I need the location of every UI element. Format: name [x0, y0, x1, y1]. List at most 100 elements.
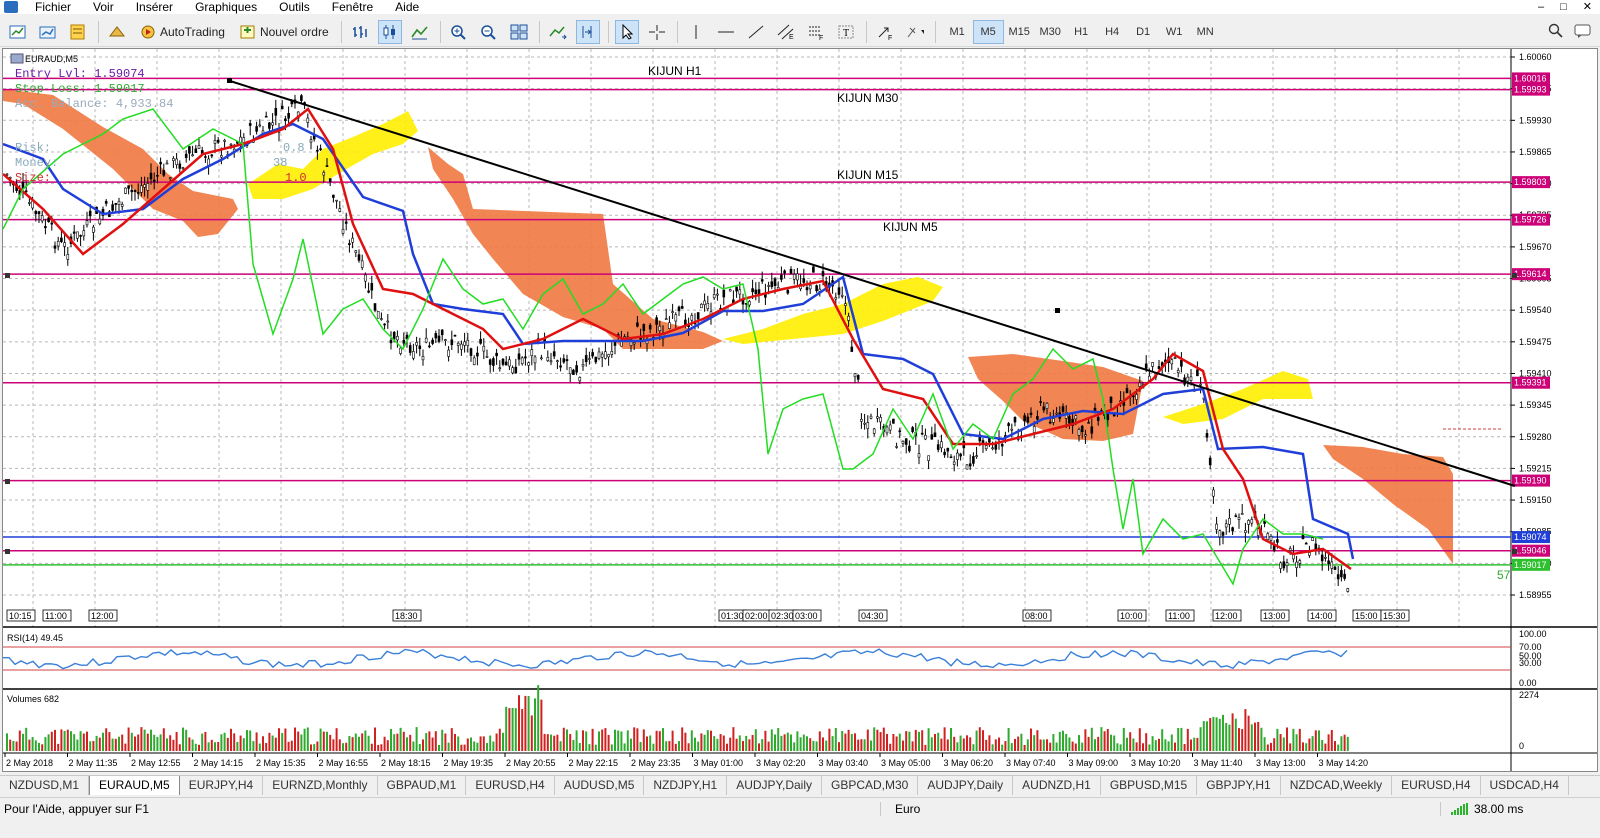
chart-tab[interactable]: GBPCAD,M30 — [822, 776, 919, 795]
trendline-button[interactable] — [744, 20, 768, 44]
time-marker-label: 10:15 — [9, 611, 32, 621]
chart-shift-button[interactable] — [575, 19, 600, 44]
menu-graphiques[interactable]: Graphiques — [184, 0, 268, 14]
search-icon[interactable] — [1548, 23, 1564, 42]
candle-body — [604, 351, 607, 359]
candle-body — [1189, 376, 1193, 381]
arrows-button[interactable]: F — [873, 20, 897, 44]
candle-body — [1311, 537, 1314, 541]
timeframe-m5-button[interactable]: M5 — [972, 19, 1004, 44]
close-button[interactable]: ✕ — [1583, 0, 1592, 14]
market-watch-button[interactable] — [66, 20, 90, 44]
candle-body — [1061, 406, 1065, 412]
connection-status[interactable]: 38.00 ms — [1440, 801, 1523, 816]
candle-body — [143, 184, 146, 188]
chat-icon[interactable] — [1574, 23, 1592, 42]
candle-body — [1023, 415, 1026, 422]
timeframe-h4-button[interactable]: H4 — [1097, 20, 1128, 44]
timeframe-m15-button[interactable]: M15 — [1004, 20, 1035, 44]
chart-tab[interactable]: USDCAD,H4 — [1481, 776, 1569, 795]
chart-tab[interactable]: EURAUD,M5 — [89, 776, 180, 795]
timeframe-d1-button[interactable]: D1 — [1128, 20, 1159, 44]
chart-tab[interactable]: NZDCAD,Weekly — [1281, 776, 1393, 795]
side-label: 57 — [1497, 568, 1511, 582]
candle-body — [1138, 382, 1142, 387]
toolbar-separator — [676, 20, 678, 43]
chart-tab[interactable]: NZDJPY,H1 — [644, 776, 728, 795]
candle-body — [482, 345, 486, 352]
zoom-out-icon — [480, 24, 496, 40]
chart-tab[interactable]: EURJPY,H4 — [180, 776, 264, 795]
chart-tab[interactable]: EURNZD,Monthly — [263, 776, 378, 795]
chart-tab[interactable]: EURUSD,H4 — [1392, 776, 1481, 795]
candle-body — [956, 452, 959, 460]
zoom-out-button[interactable] — [477, 20, 501, 44]
chart-tab[interactable]: GBPUSD,M15 — [1101, 776, 1198, 795]
price-tick-label: 1.59345 — [1519, 400, 1552, 410]
cursor-button[interactable] — [614, 19, 639, 44]
chart-window[interactable]: 1.600601.599951.599301.598651.598001.597… — [2, 48, 1598, 772]
chart-tab[interactable]: AUDJPY,Daily — [918, 776, 1014, 795]
candle-body — [1144, 363, 1148, 369]
timeframe-w1-button[interactable]: W1 — [1159, 20, 1190, 44]
chart-tab[interactable]: AUDJPY,Daily — [727, 776, 822, 795]
chart-tab[interactable]: GBPJPY,H1 — [1197, 776, 1281, 795]
autoscroll-button[interactable] — [546, 20, 570, 44]
candle-body — [322, 172, 326, 176]
chart-tab[interactable]: EURUSD,H4 — [466, 776, 555, 795]
timeframe-m1-button[interactable]: M1 — [942, 20, 973, 44]
restore-button[interactable]: □ — [1560, 0, 1567, 14]
equidistant-channel-button[interactable]: E — [774, 20, 798, 44]
candle-body — [975, 455, 978, 457]
toolbar-separator — [538, 20, 540, 43]
candle-body — [1029, 412, 1033, 415]
candle-body — [184, 153, 188, 158]
candle-body — [156, 175, 159, 177]
candlestick-button[interactable] — [377, 19, 402, 44]
line-chart-button[interactable] — [408, 20, 432, 44]
price-tick-label: 1.58955 — [1519, 590, 1552, 600]
expert-button[interactable] — [105, 20, 129, 44]
new-chart-button[interactable] — [6, 20, 30, 44]
tile-windows-button[interactable] — [507, 20, 531, 44]
candle-body — [428, 345, 431, 348]
price-tick-label: 1.59930 — [1519, 115, 1552, 125]
chart-tabs: NZDUSD,M1 EURAUD,M5 EURJPY,H4 EURNZD,Monthl… — [0, 775, 1600, 795]
crosshair-button[interactable] — [645, 20, 669, 44]
text-button[interactable]: T — [834, 20, 858, 44]
chart-tab[interactable]: AUDUSD,M5 — [555, 776, 645, 795]
chart-tab[interactable]: AUDNZD,H1 — [1013, 776, 1101, 795]
autotrading-button[interactable]: AutoTrading — [135, 20, 229, 44]
menu-aide[interactable]: Aide — [384, 0, 430, 14]
timeframe-mn-button[interactable]: MN — [1190, 20, 1221, 44]
minimize-button[interactable]: ‒ — [1538, 0, 1544, 14]
menu-fenetre[interactable]: Fenêtre — [321, 0, 384, 14]
vertical-line-button[interactable] — [684, 20, 708, 44]
zoom-in-button[interactable] — [447, 20, 471, 44]
horizontal-line-button[interactable] — [714, 20, 738, 44]
new-order-button[interactable]: Nouvel ordre — [235, 20, 333, 44]
channel-icon: E — [777, 24, 794, 40]
price-tick-label: 1.59280 — [1519, 432, 1552, 442]
time-marker-label: 12:00 — [91, 611, 114, 621]
menu-inserer[interactable]: Insérer — [125, 0, 184, 14]
bar-chart-button[interactable] — [348, 20, 372, 44]
fibonacci-button[interactable]: F — [804, 20, 828, 44]
candle-body — [98, 218, 102, 225]
profiles-button[interactable] — [36, 20, 60, 44]
price-level-label: 1.59190 — [1514, 476, 1547, 486]
chart-tab[interactable]: NZDUSD,M1 — [0, 776, 90, 795]
chart-canvas[interactable]: 1.600601.599951.599301.598651.598001.597… — [3, 49, 1597, 771]
candle-body — [530, 349, 534, 356]
toolbar-separator — [934, 20, 936, 43]
more-objects-button[interactable] — [903, 20, 927, 44]
chart-tab[interactable]: GBPAUD,M1 — [378, 776, 467, 795]
menu-outils[interactable]: Outils — [268, 0, 321, 14]
toolbar-separator — [98, 20, 99, 43]
candle-body — [120, 204, 124, 207]
menu-voir[interactable]: Voir — [82, 0, 125, 14]
menu-fichier[interactable]: Fichier — [24, 0, 82, 14]
timeframe-m30-button[interactable]: M30 — [1035, 20, 1066, 44]
timeframe-h1-button[interactable]: H1 — [1066, 20, 1097, 44]
candle-body — [124, 187, 127, 194]
